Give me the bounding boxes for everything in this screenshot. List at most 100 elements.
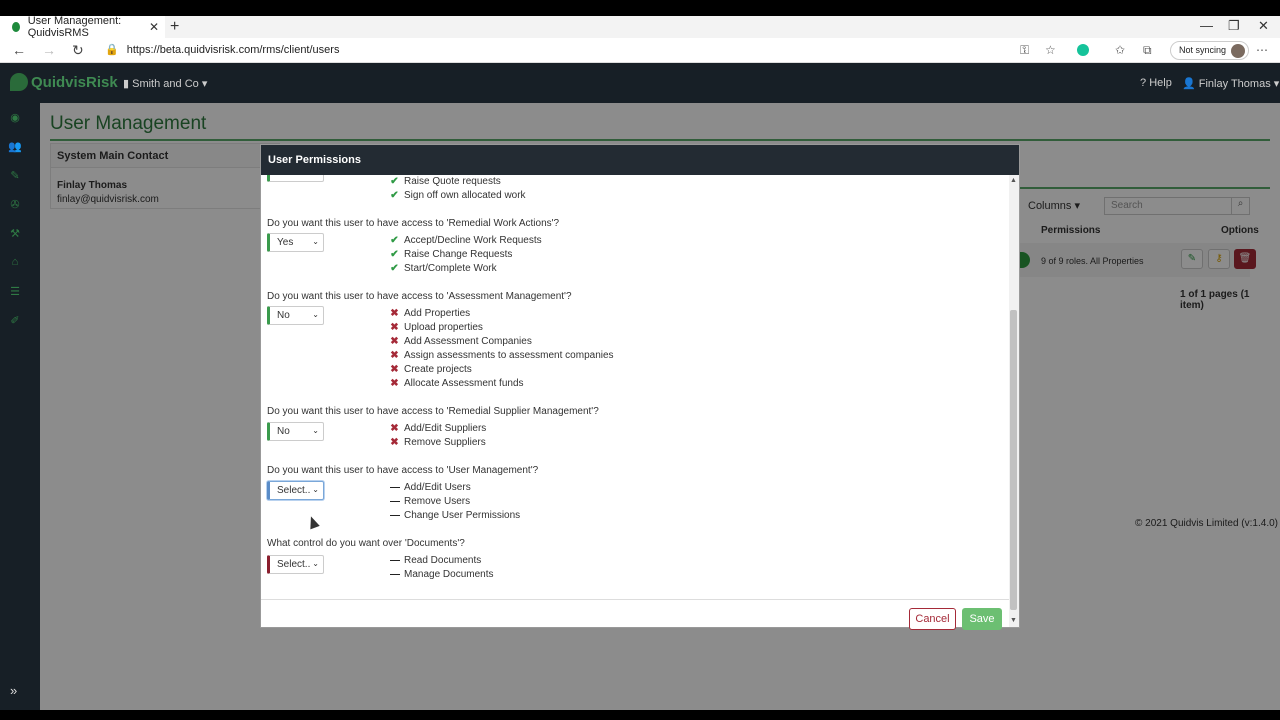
permission-item: — Manage Documents	[390, 569, 494, 580]
sync-label: Not syncing	[1179, 45, 1227, 55]
permission-item: ✖ Add Properties	[390, 308, 471, 319]
new-tab-button[interactable]: +	[170, 18, 179, 36]
chevron-down-icon: ⌄	[312, 426, 319, 435]
forward-icon[interactable]: →	[42, 42, 56, 58]
hammer-icon[interactable]: ✎	[8, 169, 22, 183]
app-logo[interactable]: QuidvisRisk	[10, 73, 118, 91]
browser-tabstrip: User Management: QuidvisRMS ✕ + — ❐ ✕	[0, 15, 1280, 39]
scroll-down-icon[interactable]: ▼	[1010, 617, 1017, 624]
select-remedial-work-actions[interactable]: Yes ⌄	[267, 233, 324, 252]
permission-item: ✖ Upload properties	[390, 322, 483, 333]
cross-icon: ✖	[390, 308, 399, 319]
permission-item: ✔ Accept/Decline Work Requests	[390, 235, 542, 246]
building-icon: ▮	[123, 78, 133, 90]
caret-down-icon: ▾	[1270, 78, 1280, 90]
select-assessment-management[interactable]: No ⌄	[267, 306, 324, 325]
favorite-star-icon[interactable]: ☆	[1045, 43, 1056, 57]
check-icon: ✔	[390, 176, 399, 187]
question-remedial-work-actions: Do you want this user to have access to …	[267, 218, 560, 229]
address-bar[interactable]: 🔒 https://beta.quidvisrisk.com/rms/client…	[105, 43, 339, 56]
modal-footer-divider	[261, 599, 1009, 600]
wrench-icon[interactable]: ✇	[8, 198, 22, 212]
check-icon: ✔	[390, 263, 399, 274]
permission-item: — Read Documents	[390, 555, 482, 566]
back-icon[interactable]: ←	[12, 42, 26, 58]
permission-item: ✖ Assign assessments to assessment compan…	[390, 350, 614, 361]
tools-icon[interactable]: ⚒	[8, 227, 22, 241]
favicon-icon	[12, 22, 20, 32]
permission-item: ✖ Add Assessment Companies	[390, 336, 532, 347]
permission-item: ✔ Raise Change Requests	[390, 249, 513, 260]
modal-scrollbar[interactable]: ▲ ▼	[1009, 175, 1019, 627]
permission-item: ✔ Start/Complete Work	[390, 263, 497, 274]
users-icon[interactable]: 👥	[8, 140, 22, 154]
grammarly-icon[interactable]	[1077, 44, 1089, 56]
save-button[interactable]: Save	[962, 608, 1002, 630]
chevron-down-icon: ⌄	[312, 485, 319, 494]
user-label: Finlay Thomas	[1198, 78, 1271, 90]
lock-icon: 🔒	[105, 44, 119, 56]
user-icon: 👤	[1182, 78, 1199, 90]
select-remedial-supplier-actions[interactable]	[267, 175, 324, 182]
screen-bottom-border	[0, 710, 1280, 720]
screen: User Management: QuidvisRMS ✕ + — ❐ ✕ ← …	[0, 0, 1280, 720]
expand-sidebar-icon[interactable]: »	[10, 683, 17, 698]
cancel-button[interactable]: Cancel	[909, 608, 956, 630]
close-window-icon[interactable]: ✕	[1258, 18, 1269, 34]
permission-item: ✖ Add/Edit Suppliers	[390, 423, 487, 434]
select-remedial-supplier-management[interactable]: No ⌄	[267, 422, 324, 441]
modal-title: User Permissions	[261, 145, 1019, 175]
more-menu-icon[interactable]: ⋯	[1256, 43, 1268, 57]
dashboard-icon[interactable]: ◉	[8, 111, 22, 125]
question-user-management: Do you want this user to have access to …	[267, 465, 539, 476]
user-menu[interactable]: 👤 Finlay Thomas ▾	[1182, 77, 1279, 90]
tab-title: User Management: QuidvisRMS	[27, 15, 122, 39]
chevron-down-icon: ⌄	[312, 559, 319, 568]
select-user-management[interactable]: Select.. ⌄	[267, 481, 324, 500]
check-icon: ✔	[390, 190, 399, 201]
dash-icon: —	[390, 569, 400, 580]
org-label: Smith and Co	[132, 78, 199, 90]
permission-item: ✔ Raise Quote requests	[390, 176, 501, 187]
help-link[interactable]: ? Help	[1140, 77, 1172, 89]
browser-tab[interactable]: User Management: QuidvisRMS ✕	[0, 15, 165, 39]
permission-item: — Remove Users	[390, 496, 471, 507]
cross-icon: ✖	[390, 364, 399, 375]
scroll-up-icon[interactable]: ▲	[1010, 177, 1017, 184]
cross-icon: ✖	[390, 322, 399, 333]
institution-icon[interactable]: ⌂	[8, 256, 22, 270]
org-selector[interactable]: ▮ Smith and Co ▾	[123, 77, 207, 90]
permission-item: ✖ Allocate Assessment funds	[390, 378, 524, 389]
cross-icon: ✖	[390, 378, 399, 389]
cross-icon: ✖	[390, 423, 399, 434]
dash-icon: —	[390, 482, 400, 493]
caret-down-icon: ▾	[198, 78, 208, 90]
close-tab-icon[interactable]: ✕	[149, 20, 159, 34]
logo-leaf-icon	[10, 73, 28, 91]
url-text: https://beta.quidvisrisk.com/rms/client/…	[126, 44, 340, 56]
scroll-thumb[interactable]	[1010, 310, 1017, 610]
key-icon[interactable]: ⚿	[1020, 43, 1029, 58]
list-icon[interactable]: ☰	[8, 285, 22, 299]
maximize-icon[interactable]: ❐	[1228, 18, 1240, 34]
chevron-down-icon: ⌄	[312, 237, 319, 246]
modal-body: ✔ Raise Quote requests ✔ Sign off own allo…	[261, 175, 1009, 599]
question-assessment-management: Do you want this user to have access to …	[267, 291, 572, 302]
favorites-icon[interactable]: ✩	[1115, 43, 1125, 57]
browser-toolbar: ← → ↻ 🔒 https://beta.quidvisrisk.com/rms/…	[0, 38, 1280, 63]
permission-item: ✔ Sign off own allocated work	[390, 190, 526, 201]
dash-icon: —	[390, 496, 400, 507]
profile-sync-button[interactable]: Not syncing	[1170, 41, 1250, 60]
pencil-icon[interactable]: ✐	[8, 314, 22, 328]
minimize-icon[interactable]: —	[1200, 18, 1213, 33]
permission-item: ✖ Remove Suppliers	[390, 437, 486, 448]
help-label: Help	[1149, 77, 1172, 89]
check-icon: ✔	[390, 235, 399, 246]
question-remedial-supplier-management: Do you want this user to have access to …	[267, 406, 599, 417]
select-documents[interactable]: Select.. ⌄	[267, 555, 324, 574]
collections-icon[interactable]: ⧉	[1143, 43, 1152, 58]
cross-icon: ✖	[390, 336, 399, 347]
sidebar: ◉ 👥 ✎ ✇ ⚒ ⌂ ☰ ✐ »	[0, 103, 40, 710]
reload-icon[interactable]: ↻	[72, 42, 84, 59]
user-permissions-modal: User Permissions ✔ Raise Quote requests ✔…	[260, 144, 1020, 630]
